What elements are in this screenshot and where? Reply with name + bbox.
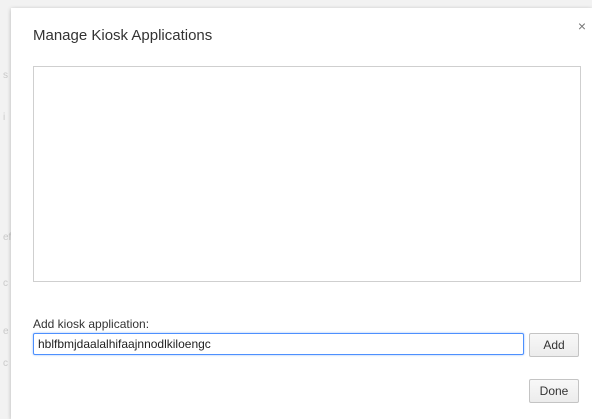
background-glyph: c — [3, 278, 8, 289]
add-button[interactable]: Add — [529, 333, 579, 357]
done-button[interactable]: Done — [529, 379, 579, 403]
add-kiosk-application-label: Add kiosk application: — [33, 317, 150, 331]
background-glyph: c — [3, 358, 8, 369]
dialog-title: Manage Kiosk Applications — [33, 27, 213, 44]
manage-kiosk-applications-dialog: Manage Kiosk Applications × Add kiosk ap… — [11, 8, 592, 419]
background-glyph: e — [3, 326, 9, 337]
kiosk-app-list[interactable] — [33, 66, 581, 282]
close-icon[interactable]: × — [575, 19, 589, 33]
background-glyph: i — [3, 112, 6, 123]
background-glyph: s — [3, 70, 8, 81]
kiosk-app-id-input[interactable] — [33, 333, 524, 355]
